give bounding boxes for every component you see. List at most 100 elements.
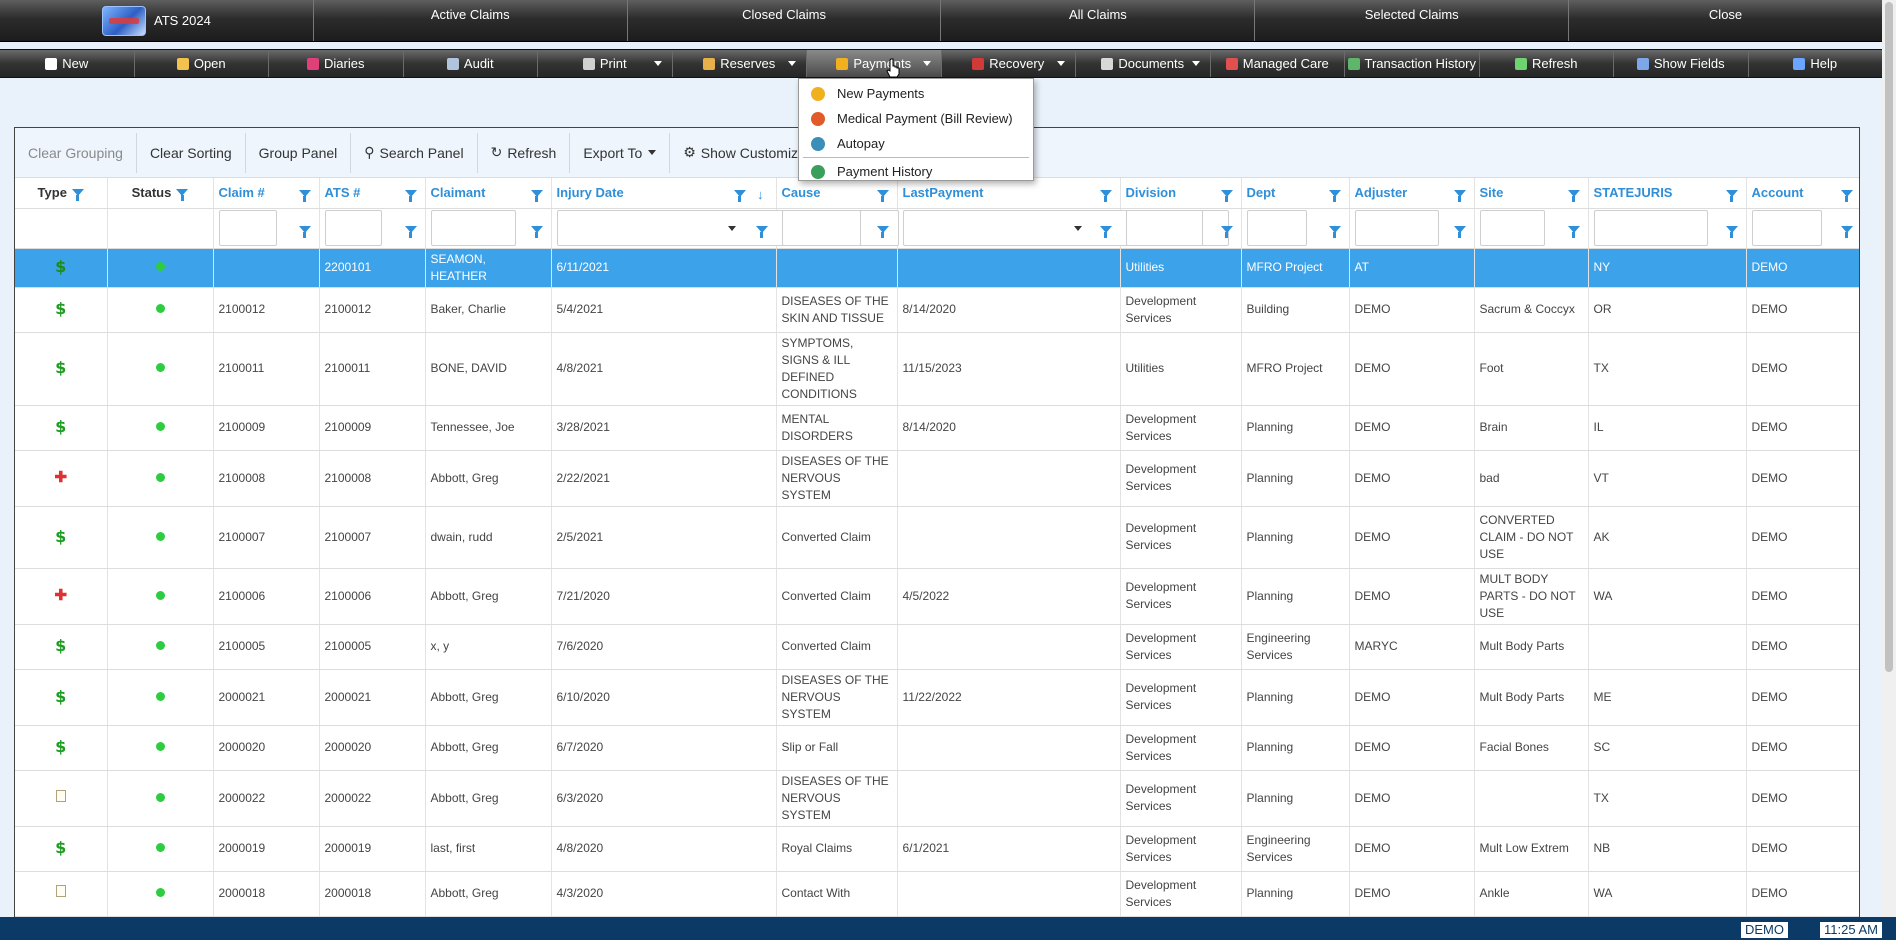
chevron-down-icon[interactable] [922, 61, 931, 66]
filter-icon[interactable] [298, 225, 311, 238]
show-customization-button[interactable]: ⚙ Show Customiza [670, 133, 819, 173]
column-header-division[interactable]: Division [1120, 178, 1242, 209]
toolbar-help-button[interactable]: Help [1749, 50, 1883, 77]
chevron-down-icon[interactable] [653, 61, 662, 66]
toolbar-payments-button[interactable]: Payments [807, 50, 942, 77]
table-row[interactable]: ✚ 2100008 2100008 Abbott, Greg 2/22/2021 DISE… [15, 450, 1859, 507]
column-header-dept[interactable]: Dept [1241, 178, 1350, 209]
filter-icon[interactable] [1725, 190, 1738, 202]
filter-icon[interactable] [530, 225, 543, 238]
group-panel-button[interactable]: Group Panel [246, 132, 352, 173]
column-header-claim[interactable]: Claim # [213, 178, 320, 209]
column-header-site[interactable]: Site [1474, 178, 1589, 209]
chevron-down-icon[interactable] [727, 225, 736, 231]
nav-active-claims[interactable]: Active Claims [314, 0, 628, 41]
toolbar-open-button[interactable]: Open [135, 50, 269, 77]
menu-item-payment-history[interactable]: Payment History [799, 159, 1033, 184]
table-row[interactable]: $2100005 2100005 x, y 7/6/2020 Converted Cla… [15, 624, 1859, 670]
toolbar-reserves-button[interactable]: Reserves [673, 50, 807, 77]
nav-close[interactable]: Close [1569, 0, 1882, 41]
nav-selected-claims[interactable]: Selected Claims [1255, 0, 1570, 41]
toolbar-audit-button[interactable]: Audit [404, 50, 538, 77]
filter-icon[interactable] [1099, 225, 1112, 238]
sort-descending-icon[interactable]: ↓ [757, 187, 764, 202]
table-row[interactable]: $2200101 SEAMON, HEATHER 6/11/2021 Utilitie… [15, 248, 1859, 288]
column-header-status[interactable]: Status [107, 178, 214, 209]
table-row[interactable]: $2100007 2100007 dwain, rudd 2/5/2021 Conver… [15, 506, 1859, 569]
filter-input-division[interactable] [1125, 210, 1203, 246]
column-header-adjuster[interactable]: Adjuster [1349, 178, 1475, 209]
filter-input-cause[interactable] [781, 210, 861, 246]
filter-icon[interactable] [1725, 225, 1738, 238]
scrollbar-thumb[interactable] [1885, 2, 1893, 672]
filter-input-adjuster[interactable] [1354, 210, 1439, 246]
clear-sorting-button[interactable]: Clear Sorting [137, 132, 246, 173]
nav-closed-claims[interactable]: Closed Claims [628, 0, 942, 41]
table-row[interactable]: $2100011 2100011 BONE, DAVID 4/8/2021 SYMPTO… [15, 332, 1859, 406]
table-row[interactable]: ✚ 2100006 2100006 Abbott, Greg 7/21/2020 Conv… [15, 568, 1859, 625]
toolbar-new-button[interactable]: New [0, 50, 135, 77]
filter-icon[interactable] [298, 190, 311, 202]
filter-input-statejuris[interactable] [1593, 210, 1709, 246]
filter-icon[interactable] [1328, 190, 1341, 202]
filter-icon[interactable] [1099, 190, 1112, 202]
filter-icon[interactable] [1220, 190, 1233, 202]
column-header-claimant[interactable]: Claimant [425, 178, 552, 209]
filter-icon[interactable] [1220, 225, 1233, 238]
column-header-account[interactable]: Account [1746, 178, 1859, 209]
toolbar-show-fields-button[interactable]: Show Fields [1614, 50, 1749, 77]
filter-icon[interactable] [876, 190, 889, 202]
table-row[interactable]: $2000020 2000020 Abbott, Greg 6/7/2020 Slip … [15, 725, 1859, 771]
filter-icon[interactable] [176, 189, 189, 202]
clear-grouping-button[interactable]: Clear Grouping [15, 132, 137, 173]
toolbar-print-button[interactable]: Print [538, 50, 673, 77]
filter-input-account[interactable] [1751, 210, 1823, 246]
filter-icon[interactable] [1567, 225, 1580, 238]
filter-icon[interactable] [1328, 225, 1341, 238]
menu-item-medical-payment-bill-review[interactable]: Medical Payment (Bill Review) [799, 106, 1033, 131]
column-header-ats[interactable]: ATS # [319, 178, 426, 209]
menu-item-autopay[interactable]: Autopay [799, 131, 1033, 156]
filter-icon[interactable] [1840, 225, 1853, 238]
filter-icon[interactable] [876, 225, 889, 238]
chevron-down-icon[interactable] [1057, 61, 1065, 66]
filter-input-claimant[interactable] [430, 210, 516, 246]
filter-icon[interactable] [755, 225, 768, 238]
chevron-down-icon[interactable] [1191, 61, 1200, 66]
column-header-type[interactable]: Type [15, 178, 108, 209]
filter-icon[interactable] [1567, 190, 1580, 202]
toolbar-refresh-button[interactable]: Refresh [1480, 50, 1614, 77]
filter-input-dept[interactable] [1246, 210, 1307, 246]
table-row[interactable]: $2100009 2100009 Tennessee, Joe 3/28/2021 ME… [15, 405, 1859, 451]
toolbar-diaries-button[interactable]: Diaries [269, 50, 404, 77]
table-row[interactable]: 2000018 2000018 Abbott, Greg 4/3/2020 Contac… [15, 871, 1859, 917]
export-to-button[interactable]: Export To [570, 132, 671, 173]
filter-icon[interactable] [530, 190, 543, 202]
vertical-scrollbar[interactable] [1882, 0, 1896, 917]
filter-icon[interactable] [1453, 190, 1466, 202]
filter-icon[interactable] [404, 190, 417, 202]
filter-input-ats[interactable] [324, 210, 382, 246]
column-header-injury-date[interactable]: Injury Date ↓ [551, 178, 777, 209]
chevron-down-icon[interactable] [1073, 225, 1082, 231]
filter-icon[interactable] [733, 190, 746, 202]
table-row[interactable]: $2000019 2000019 last, first 4/8/2020 Royal … [15, 826, 1859, 872]
filter-input-site[interactable] [1479, 210, 1546, 246]
toolbar-documents-button[interactable]: Documents [1076, 50, 1211, 77]
table-row[interactable]: 2000022 2000022 Abbott, Greg 6/3/2020 DISEAS… [15, 770, 1859, 827]
filter-input-claim[interactable] [218, 210, 278, 246]
filter-icon[interactable] [1840, 190, 1853, 202]
toolbar-transaction-history-button[interactable]: Transaction History [1345, 50, 1480, 77]
toolbar-managed-care-button[interactable]: Managed Care [1211, 50, 1345, 77]
filter-icon[interactable] [404, 225, 417, 238]
filter-icon[interactable] [1453, 225, 1466, 238]
toolbar-recovery-button[interactable]: Recovery [942, 50, 1076, 77]
search-panel-button[interactable]: ⚲ Search Panel [351, 132, 478, 173]
table-row[interactable]: $2000021 2000021 Abbott, Greg 6/10/2020 DISE… [15, 669, 1859, 726]
grid-refresh-button[interactable]: ↻ Refresh [478, 132, 571, 173]
chevron-down-icon[interactable] [788, 61, 796, 66]
filter-icon[interactable] [71, 189, 84, 202]
nav-all-claims[interactable]: All Claims [941, 0, 1256, 41]
app-brand[interactable]: ATS 2024 [0, 0, 314, 41]
column-header-statejuris[interactable]: STATEJURIS [1588, 178, 1747, 209]
